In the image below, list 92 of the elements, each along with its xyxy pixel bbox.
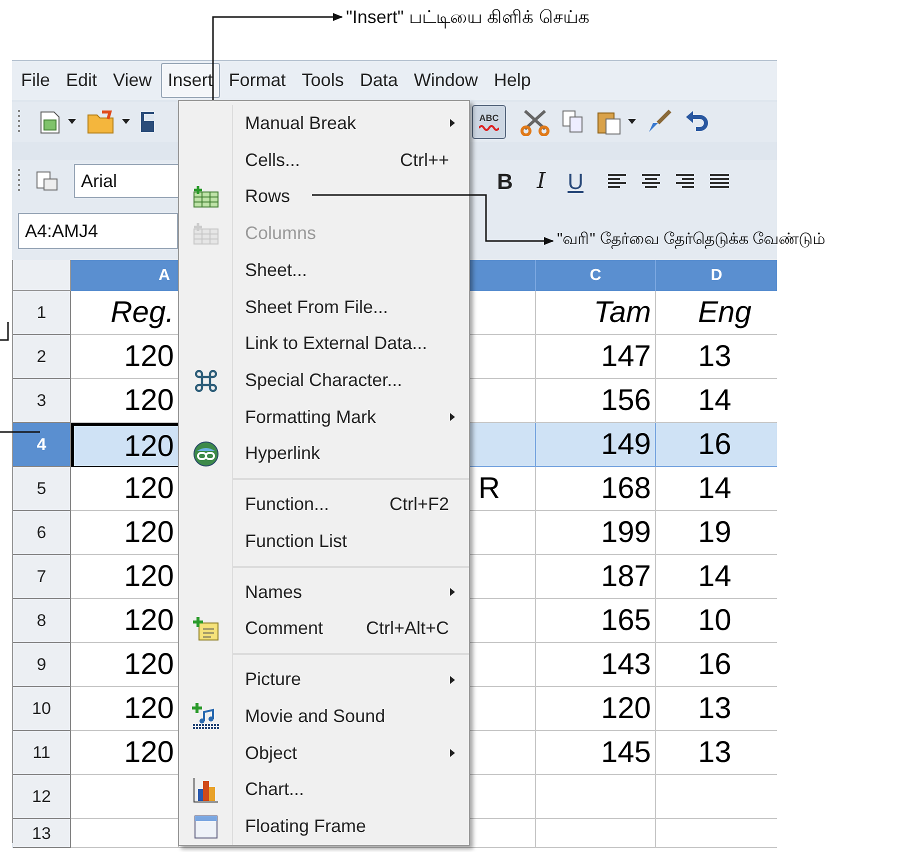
menu-item[interactable]: Link to External Data... [233,325,469,362]
menu-item[interactable]: Rows [233,178,469,216]
menu-item[interactable]: Cells... Ctrl++ [233,142,469,178]
menu-item[interactable]: Floating Frame [233,808,469,845]
menu-item[interactable]: Names [233,574,469,611]
autospellcheck-button[interactable]: ABC [472,105,506,139]
shortcut-text: Ctrl++ [400,148,449,172]
table-cell: 120 [536,687,656,731]
align-left-icon[interactable] [607,173,628,189]
scissors-icon[interactable] [520,108,550,136]
window-frame-icon [194,814,218,839]
table-cell: 120 [71,423,179,467]
menu-item[interactable]: Insert [160,63,220,98]
copy-icon[interactable] [562,110,584,134]
bar-chart-icon [192,776,218,803]
shortcut-text: Ctrl+Alt+C [366,617,449,640]
menu-item[interactable]: Tools [294,63,351,98]
underline-button[interactable]: U [564,164,588,198]
menu-item[interactable]: Function List [233,523,469,560]
align-right-icon[interactable] [675,173,696,189]
row-header[interactable]: 8 [13,599,71,643]
row-header[interactable]: 6 [13,511,71,555]
menu-item[interactable]: Sheet... [233,252,469,289]
table-cell: 147 [536,335,656,379]
menu-item[interactable]: Comment Ctrl+Alt+C [233,610,469,648]
save-icon[interactable] [140,110,154,134]
table-cell: Tam [536,291,656,335]
table-cell: 187 [536,555,656,599]
folder-icon[interactable] [86,109,116,135]
menu-item[interactable]: Object [233,734,469,772]
menu-item[interactable]: Help [486,63,538,98]
table-cell: 143 [536,643,656,687]
row-header[interactable]: 3 [13,379,71,423]
callout-text: "வரி" தேர்வை தேர்தெடுக்க வேண்டும் [557,230,826,251]
menu-item[interactable]: Sheet From File... [233,288,469,326]
menu-item[interactable]: Chart... [233,771,469,808]
submenu-arrow-icon [450,588,455,596]
menu-item[interactable]: Window [406,63,485,98]
table-cell: 16 [656,423,777,467]
submenu-arrow-icon [450,413,455,422]
row-header[interactable]: 1 [13,291,71,335]
corner-cell[interactable] [13,260,71,291]
row-header[interactable]: 12 [13,775,71,819]
menu-item[interactable]: Special Character... [233,362,469,399]
squiggle-icon [479,124,499,130]
name-box[interactable]: A4:AMJ4 [18,213,178,249]
submenu-arrow-icon [450,749,455,758]
table-cell: 168 [536,467,656,511]
table-cell: 145 [536,731,656,775]
row-header[interactable]: 7 [13,555,71,599]
comment-note-icon [192,616,218,641]
row-header[interactable]: 2 [13,335,71,379]
caret-icon[interactable] [628,119,636,125]
table-cell: 199 [536,511,656,555]
globe-link-icon [192,440,218,467]
new-spreadsheet-icon[interactable] [38,109,62,135]
row-header[interactable]: 13 [13,819,71,848]
film-music-icon [192,703,220,730]
justify-icon[interactable] [709,173,730,189]
menu-item[interactable]: Data [352,63,405,98]
leader-line [0,431,40,433]
menu-item[interactable]: Edit [59,63,104,98]
leader-line [0,322,9,341]
submenu-arrow-icon [450,676,455,684]
menu-item[interactable]: File [14,63,58,98]
bold-button[interactable]: B [493,164,517,198]
menu-item[interactable]: Picture [233,661,469,698]
toolbar-grip-icon [18,109,22,135]
menu-item[interactable]: Format [222,63,293,98]
menu-item[interactable]: Movie and Sound [233,698,469,735]
submenu-arrow-icon [450,119,455,128]
insert-columns-icon [192,222,218,245]
row-header[interactable]: 5 [13,467,71,511]
align-center-icon[interactable] [641,173,662,189]
styles-icon[interactable] [36,171,58,191]
menu-item[interactable]: View [106,63,159,98]
menu-item[interactable]: Manual Break [233,105,469,142]
italic-button[interactable]: I [532,164,550,198]
row-header[interactable]: 10 [13,687,71,731]
table-cell: 165 [536,599,656,643]
caret-icon[interactable] [68,119,76,125]
toolbar-grip-icon [18,168,22,194]
row-header[interactable]: 9 [13,643,71,687]
menu-item[interactable]: Formatting Mark [233,398,469,436]
caret-icon[interactable] [122,119,130,125]
callout-text: "Insert" பட்டியை கிளிக் செய்க [346,6,590,30]
row-header[interactable]: 11 [13,731,71,775]
command-key-icon [194,368,218,392]
table-cell: 149 [536,423,656,467]
paintbrush-icon[interactable] [646,109,672,135]
insert-rows-icon [192,186,218,208]
table-cell: 156 [536,379,656,423]
